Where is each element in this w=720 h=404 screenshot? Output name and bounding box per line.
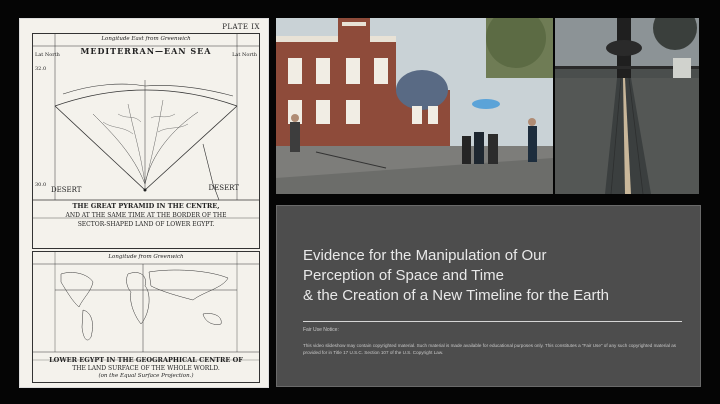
bottom-map-header: Longitude from Greenwich xyxy=(108,254,184,260)
lat-right-title: Lat North xyxy=(232,52,257,58)
bottom-map-caption-1: LOWER EGYPT IN THE GEOGRAPHICAL CENTRE O… xyxy=(49,356,243,364)
title-panel: Evidence for the Manipulation of Our Per… xyxy=(276,205,701,387)
top-map-caption-2: AND AT THE SAME TIME AT THE BORDER OF TH… xyxy=(65,212,227,219)
slide: PLATE IX Longitude East from Greenwich M… xyxy=(0,0,720,404)
divider xyxy=(303,321,682,322)
historical-plate: PLATE IX Longitude East from Greenwich M… xyxy=(19,18,269,388)
lat-top-value: 32.0 xyxy=(35,66,47,72)
meridian-photo-drawing xyxy=(555,18,699,194)
slide-title-line-2: Perception of Space and Time xyxy=(303,266,504,284)
sea-label: MEDITERRAN—EAN SEA xyxy=(80,46,212,56)
slide-title-line-3: & the Creation of a New Timeline for the… xyxy=(303,286,609,304)
observatory-photo-drawing xyxy=(276,18,553,194)
top-map-caption-3: SECTOR-SHAPED LAND OF LOWER EGYPT. xyxy=(77,221,215,228)
desert-left-label: DESERT xyxy=(51,186,82,194)
fair-use-disclaimer: This video slideshow may contain copyrig… xyxy=(303,343,677,355)
lower-egypt-map: Longitude East from Greenwich MEDITERRAN… xyxy=(32,33,260,249)
world-map: Longitude from Greenwich LOWER EGYPT IN … xyxy=(32,251,260,383)
bottom-map-caption-2: THE LAND SURFACE OF THE WHOLE WORLD. xyxy=(72,365,220,372)
lat-left-title: Lat North xyxy=(35,52,60,58)
slide-title: Evidence for the Manipulation of Our Per… xyxy=(303,246,693,306)
desert-right-label: DESERT xyxy=(208,184,239,192)
top-map-caption-1: THE GREAT PYRAMID IN THE CENTRE, xyxy=(72,202,220,210)
meridian-photo xyxy=(555,18,699,194)
bottom-map-caption-3: (on the Equal Surface Projection.) xyxy=(98,373,194,379)
plate-label: PLATE IX xyxy=(222,23,260,31)
observatory-photo xyxy=(276,18,553,194)
slide-title-line-1: Evidence for the Manipulation of Our xyxy=(303,247,547,264)
top-map-header: Longitude East from Greenwich xyxy=(101,36,191,42)
lat-bottom-value: 30.0 xyxy=(35,182,47,188)
fair-use-label: Fair Use Notice: xyxy=(303,327,339,333)
